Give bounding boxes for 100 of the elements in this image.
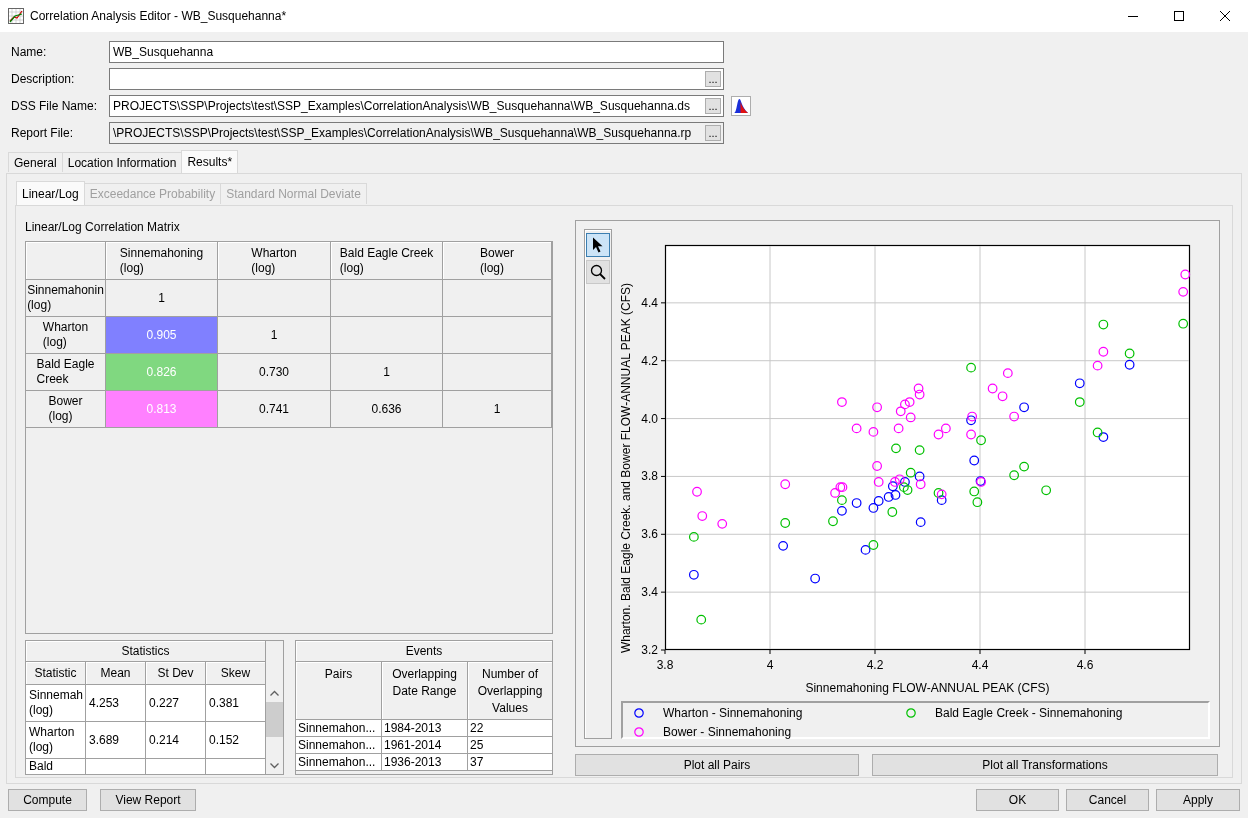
point: [905, 412, 916, 423]
point: [913, 383, 924, 394]
point: [967, 411, 978, 422]
magnifier-icon: [590, 264, 606, 280]
text-field[interactable]: [109, 68, 724, 90]
footer-button[interactable]: Apply: [1156, 789, 1240, 811]
y-axis-title: Wharton. Bald Eagle Creek. and Bower FLOW-ANNUAL PEAK (CFS): [619, 282, 633, 654]
browse-button[interactable]: ...: [705, 98, 721, 114]
point: [890, 477, 900, 487]
point: [966, 362, 976, 373]
point: [872, 402, 882, 413]
point: [688, 531, 699, 542]
point: [966, 415, 976, 426]
point: [810, 573, 821, 584]
point: [692, 486, 702, 497]
minimize-icon: [1128, 15, 1138, 17]
point: [1019, 461, 1029, 472]
legend-label: Bower - Sinnemahoning: [663, 723, 792, 741]
point: [1098, 346, 1109, 357]
point: [905, 467, 916, 478]
table-cell: 1: [331, 354, 443, 391]
column-header: Sinnemahoning (log): [106, 242, 218, 280]
legend-label: Bald Eagle Creek - Sinnemahoning: [935, 704, 1123, 722]
x-tick-label: 4.6: [1076, 658, 1094, 672]
point: [1041, 485, 1052, 496]
point: [1002, 368, 1013, 379]
table-title: Events: [296, 641, 552, 662]
point: [887, 507, 898, 517]
point: [966, 429, 976, 440]
point: [887, 481, 898, 492]
point: [780, 518, 791, 528]
table-cell: 0.730: [218, 354, 331, 391]
table-cell: 1: [218, 317, 331, 354]
column-header: Bower (log): [443, 242, 552, 280]
matrix-title: Linear/Log Correlation Matrix: [25, 220, 181, 235]
tab[interactable]: Linear/Log: [16, 181, 85, 205]
plot-button[interactable]: Plot all Transformations: [872, 754, 1218, 776]
y-tick-label: 4.2: [641, 353, 658, 368]
table-cell: 0.152: [206, 722, 266, 759]
scrollbar-thumb[interactable]: [266, 702, 283, 737]
point: [873, 477, 884, 487]
point: [890, 490, 901, 500]
table-cell: Sinnemahon...: [296, 754, 382, 771]
tab[interactable]: Results*: [181, 150, 239, 173]
point: [895, 406, 906, 417]
plot-button[interactable]: [731, 96, 751, 116]
point: [1074, 397, 1085, 407]
x-axis-title: Sinnemahoning FLOW-ANNUAL PEAK (CFS): [805, 681, 1050, 695]
point: [873, 496, 884, 506]
point: [868, 540, 879, 550]
table-cell: 0.741: [218, 391, 331, 428]
footer-button[interactable]: Compute: [8, 789, 87, 811]
table-title: Statistics: [26, 641, 266, 662]
point: [940, 423, 951, 434]
point: [900, 477, 910, 487]
column-header: St Dev: [146, 662, 206, 685]
plot-button[interactable]: Plot all Pairs: [575, 754, 859, 776]
point: [851, 423, 862, 434]
point: [1009, 411, 1020, 422]
pointer-tool-button[interactable]: [586, 233, 610, 257]
point: [898, 482, 909, 493]
table-cell: 1961-2014: [382, 737, 468, 754]
point: [1019, 402, 1029, 413]
table-cell: 0.227: [146, 685, 206, 722]
zoom-tool-button[interactable]: [586, 260, 610, 284]
point: [851, 498, 862, 508]
point: [1092, 360, 1103, 371]
point: [914, 389, 925, 400]
point: [914, 445, 925, 455]
footer-button[interactable]: Cancel: [1066, 789, 1149, 811]
table-cell: 1: [443, 391, 552, 428]
point: [1178, 286, 1189, 297]
column-header: Skew: [206, 662, 266, 685]
point: [780, 479, 791, 490]
table-cell: Sinnemahon...: [296, 737, 382, 754]
column-header: Bald Eagle Creek (log): [331, 242, 443, 280]
legend-label: Wharton - Sinnemahoning: [663, 704, 803, 722]
point: [915, 517, 926, 528]
y-tick-label: 4.4: [641, 295, 658, 310]
point: [894, 474, 905, 485]
text-field[interactable]: WB_Susquehanna: [109, 41, 724, 63]
close-icon: [1220, 11, 1230, 21]
table-cell: 0.214: [146, 722, 206, 759]
point: [972, 497, 983, 508]
tab[interactable]: General: [8, 152, 63, 172]
y-tick-label: 3.6: [641, 527, 658, 542]
point: [891, 443, 901, 454]
point: [860, 545, 871, 555]
y-tick-label: 3.2: [641, 643, 658, 657]
point: [1180, 269, 1191, 280]
table-cell: 0.381: [206, 685, 266, 722]
x-tick-label: 4: [766, 658, 774, 672]
footer-button[interactable]: View Report: [100, 789, 196, 811]
column-header: Wharton (log): [218, 242, 331, 280]
footer-button[interactable]: OK: [976, 789, 1059, 811]
point: [969, 455, 980, 466]
browse-button[interactable]: ...: [705, 71, 721, 87]
point: [902, 485, 913, 495]
point: [697, 511, 708, 521]
maximize-icon: [1174, 11, 1184, 21]
